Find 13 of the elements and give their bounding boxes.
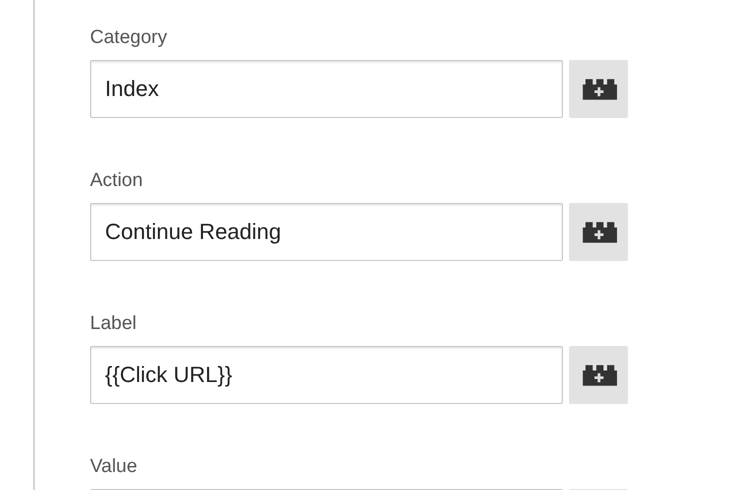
field-label: Action — [90, 169, 144, 193]
field-label: Category — [90, 26, 168, 50]
field-label: Value — [90, 455, 138, 479]
brick-plus-icon — [580, 77, 616, 101]
variable-button[interactable] — [569, 346, 628, 404]
input-field[interactable]: {{Click URL}} — [90, 346, 563, 404]
input-field[interactable]: Continue Reading — [90, 203, 563, 261]
brick-plus-icon — [580, 363, 616, 387]
field-label: Label — [90, 312, 138, 336]
variable-button[interactable] — [569, 60, 628, 118]
brick-plus-icon — [580, 220, 616, 244]
input-field[interactable]: Index — [90, 60, 563, 118]
variable-button[interactable] — [569, 203, 628, 261]
